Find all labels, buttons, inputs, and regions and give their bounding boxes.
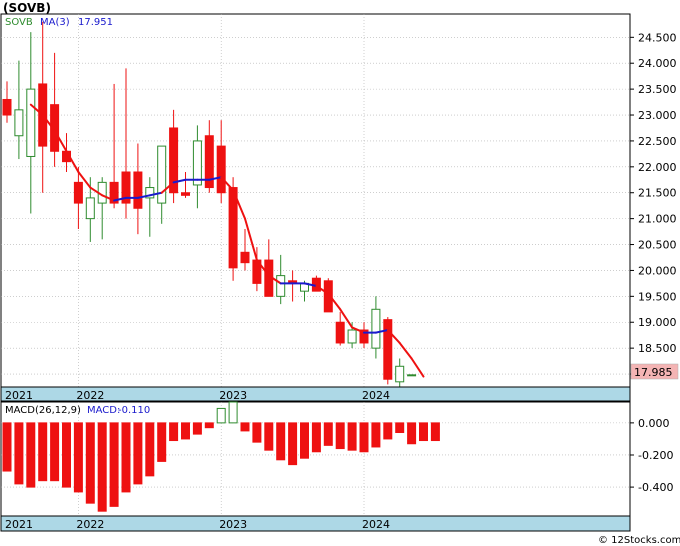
macd-bar <box>216 407 226 424</box>
macd-bar <box>26 422 36 488</box>
candle-body <box>395 365 405 383</box>
macd-tick-label: -0.400 <box>638 481 673 494</box>
macd-bar <box>252 422 262 443</box>
macd-bar <box>240 422 250 432</box>
legend-ma-value: 17.951 <box>78 17 113 28</box>
macd-panel <box>0 401 631 532</box>
candle-body <box>192 140 202 186</box>
macd-bar <box>145 422 155 477</box>
candle-body <box>157 145 167 204</box>
price-x-label: 2024 <box>362 389 390 402</box>
macd-bar <box>335 422 345 450</box>
macd-bar <box>300 422 309 459</box>
macd-bar <box>395 422 405 434</box>
stock-chart: (SOVB) SOVB MA(3) 17.951 2021 2022 2023 202… <box>0 1 680 546</box>
candle-body <box>276 275 286 297</box>
candle-body <box>2 98 12 116</box>
price-tick-label: 24.000 <box>638 57 677 70</box>
macd-bar <box>276 422 286 461</box>
macd-bar <box>97 422 107 512</box>
candle-body <box>240 251 250 264</box>
macd-bar <box>407 422 417 445</box>
macd-x-label: 2023 <box>219 518 247 531</box>
price-tick-label: 21.000 <box>638 213 677 226</box>
price-tick-label: 18.500 <box>638 342 677 355</box>
price-tick-label: 24.500 <box>638 31 677 44</box>
macd-x-label: 2021 <box>5 518 33 531</box>
macd-bar <box>192 422 202 435</box>
candle-body <box>26 88 36 157</box>
candle-body <box>216 145 226 194</box>
macd-bar <box>228 401 238 424</box>
macd-bar <box>371 422 381 448</box>
macd-bar <box>181 422 190 440</box>
candle-body <box>407 374 417 377</box>
macd-y-axis: 0.000 -0.200 -0.400 <box>638 417 673 494</box>
macd-bar <box>323 422 333 446</box>
macd-bar <box>204 422 214 429</box>
price-tick-label: 22.500 <box>638 135 677 148</box>
price-y-axis: 24.500 24.000 23.500 23.000 22.500 22.000 21.5… <box>638 31 677 381</box>
candle-body <box>133 171 143 209</box>
candle-body <box>14 109 24 137</box>
price-x-label: 2023 <box>219 389 247 402</box>
macd-x-label: 2024 <box>362 518 390 531</box>
candle-body <box>85 197 95 220</box>
price-tick-label: 23.500 <box>638 83 677 96</box>
candle-body <box>335 321 345 344</box>
macd-bar <box>383 422 393 440</box>
macd-bar <box>169 422 179 442</box>
macd-bar <box>38 422 48 482</box>
macd-legend-key: MACD: <box>87 405 120 416</box>
macd-bar <box>62 422 71 488</box>
macd-bar <box>311 422 321 453</box>
macd-tick-label: -0.200 <box>638 449 673 462</box>
macd-bar <box>419 422 428 442</box>
macd-bar <box>359 422 369 453</box>
macd-bar <box>14 422 24 485</box>
candle-body <box>73 181 83 204</box>
candle-body <box>371 308 381 349</box>
macd-x-label: 2022 <box>76 518 104 531</box>
macd-bar <box>50 422 60 482</box>
legend-ma: MA(3) <box>40 17 70 28</box>
macd-legend-value: -0.110 <box>118 405 150 416</box>
macd-bar <box>85 422 95 504</box>
macd-bar <box>121 422 131 493</box>
macd-bar <box>430 422 440 442</box>
price-x-label: 2021 <box>5 389 33 402</box>
price-tick-label: 23.000 <box>638 109 677 122</box>
macd-bar <box>347 422 357 451</box>
price-tick-label: 22.000 <box>638 161 677 174</box>
price-tick-label: 21.500 <box>638 187 677 200</box>
price-tick-label: 19.000 <box>638 316 677 329</box>
price-tick-label: 19.500 <box>638 290 677 303</box>
macd-bar <box>109 422 119 507</box>
legend-symbol: SOVB <box>5 17 33 28</box>
macd-bar <box>288 422 298 466</box>
macd-bar <box>133 422 143 485</box>
macd-legend-label: MACD(26,12,9) <box>5 405 81 416</box>
chart-title: (SOVB) <box>3 1 51 15</box>
last-price: 17.985 <box>634 366 673 379</box>
macd-bar <box>2 422 12 472</box>
watermark: © 12Stocks.com <box>598 535 680 546</box>
candle-body <box>181 192 190 196</box>
candle-body <box>347 329 357 344</box>
candle-body <box>383 319 393 380</box>
macd-bar <box>264 422 274 451</box>
candle-body <box>228 187 238 269</box>
macd-tick-label: 0.000 <box>638 417 670 430</box>
price-x-label: 2022 <box>76 389 104 402</box>
price-tick-label: 20.500 <box>638 239 677 252</box>
price-panel <box>0 13 631 402</box>
macd-bar <box>157 422 167 462</box>
price-tick-label: 20.000 <box>638 264 677 277</box>
macd-bar <box>73 422 83 493</box>
